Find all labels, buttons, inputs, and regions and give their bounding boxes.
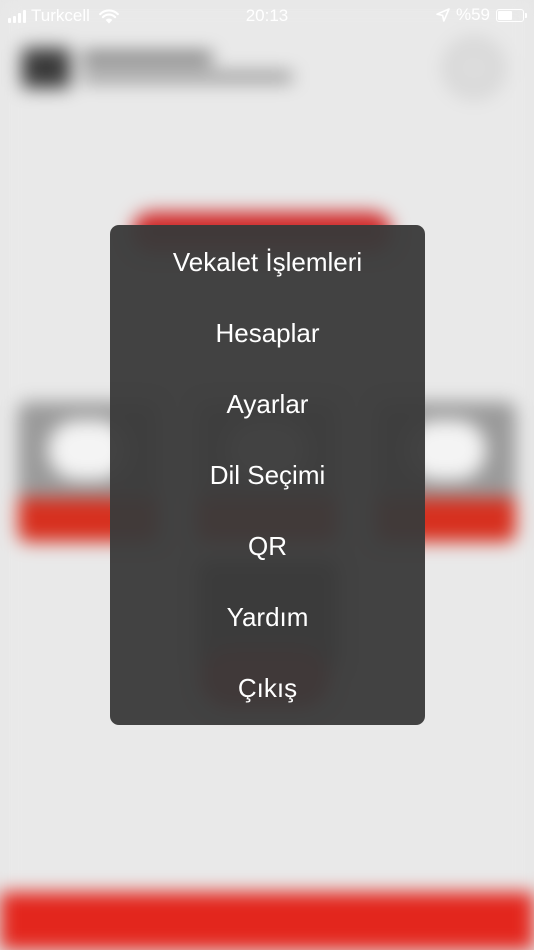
location-arrow-icon xyxy=(436,8,450,22)
logo-subtext xyxy=(82,72,292,82)
options-menu: Vekalet İşlemleri Hesaplar Ayarlar Dil S… xyxy=(110,225,425,725)
bank-logo xyxy=(22,48,70,88)
menu-item-yardim[interactable]: Yardım xyxy=(110,582,425,653)
menu-item-hesaplar[interactable]: Hesaplar xyxy=(110,298,425,369)
menu-item-cikis[interactable]: Çıkış xyxy=(110,653,425,724)
battery-percentage: %59 xyxy=(455,5,490,24)
menu-item-dil-secimi[interactable]: Dil Seçimi xyxy=(110,440,425,511)
battery-icon xyxy=(496,8,527,22)
menu-item-ayarlar[interactable]: Ayarlar xyxy=(110,369,425,440)
status-right: %59 xyxy=(436,5,527,25)
status-bar: Turkcell 20:13 %59 xyxy=(0,0,534,30)
menu-item-qr[interactable]: QR xyxy=(110,511,425,582)
profile-avatar xyxy=(444,38,504,98)
bottom-bar xyxy=(0,892,534,950)
menu-item-vekalet-islemleri[interactable]: Vekalet İşlemleri xyxy=(110,227,425,298)
battery-level xyxy=(498,10,513,20)
logo-text xyxy=(82,52,212,64)
